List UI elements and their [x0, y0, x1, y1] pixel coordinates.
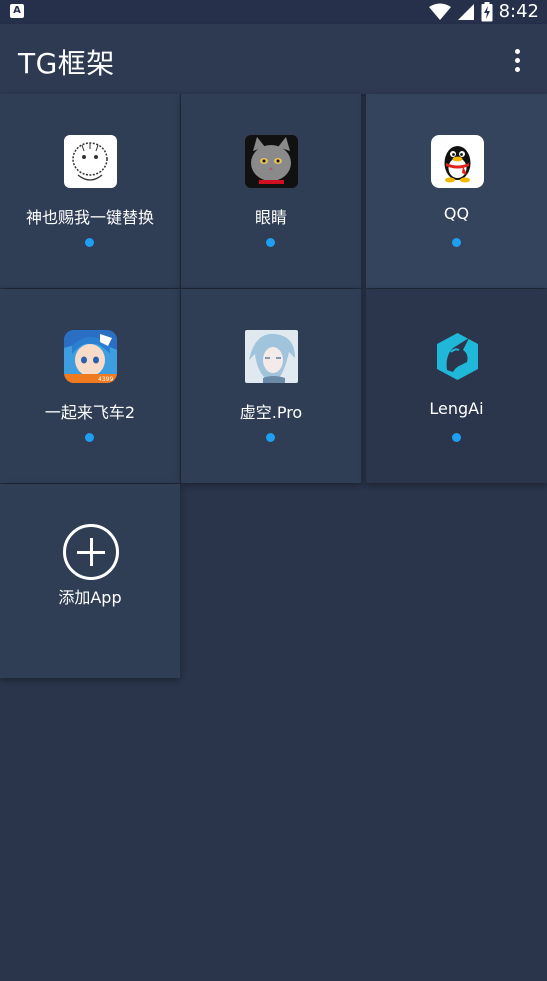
unicorn-icon — [431, 330, 484, 383]
status-icons: 8:42 — [428, 0, 539, 24]
app-tile-4[interactable]: 4399 一起来飞车2 — [0, 289, 180, 483]
status-dot — [451, 433, 461, 442]
app-label: 眼睛 — [254, 208, 287, 227]
signal-icon — [457, 4, 474, 20]
status-dot — [85, 433, 94, 442]
status-dot — [266, 433, 275, 442]
app-label: 神也赐我一键替换 — [25, 208, 154, 227]
qq-penguin-icon — [430, 135, 484, 188]
app-tile-5[interactable]: 虚空.Pro — [181, 289, 361, 483]
app-tile-6[interactable]: LengAi — [366, 289, 547, 483]
app-tile-3[interactable]: QQ — [366, 94, 547, 288]
app-label: 一起来飞车2 — [44, 403, 136, 422]
add-circle-icon — [63, 524, 119, 580]
app-tile-1[interactable]: 神也赐我一键替换 — [0, 94, 180, 288]
status-dot — [266, 238, 275, 247]
cat-app-icon — [245, 135, 298, 188]
app-label: QQ — [443, 204, 470, 223]
add-app-label: 添加App — [58, 588, 122, 607]
a-badge-icon: A — [10, 4, 24, 18]
app-label: LengAi — [429, 399, 484, 418]
svg-text:4399: 4399 — [98, 376, 113, 383]
app-bar: TG框架 — [0, 24, 547, 94]
anime-avatar-icon — [245, 330, 298, 383]
clock: 8:42 — [498, 1, 539, 22]
status-bar: A 8:42 — [0, 0, 547, 24]
wifi-icon — [428, 3, 451, 20]
anime-game-icon: 4399 — [64, 330, 117, 383]
status-dot — [451, 238, 461, 247]
status-dot — [85, 238, 94, 247]
app-label: 虚空.Pro — [239, 403, 303, 422]
doodle-app-icon — [64, 135, 117, 188]
app-tile-2[interactable]: 眼睛 — [181, 94, 361, 288]
battery-charging-icon — [481, 2, 493, 22]
more-vert-icon[interactable] — [505, 44, 529, 76]
page-title: TG框架 — [18, 47, 115, 80]
add-app-tile[interactable]: 添加App — [0, 484, 180, 678]
